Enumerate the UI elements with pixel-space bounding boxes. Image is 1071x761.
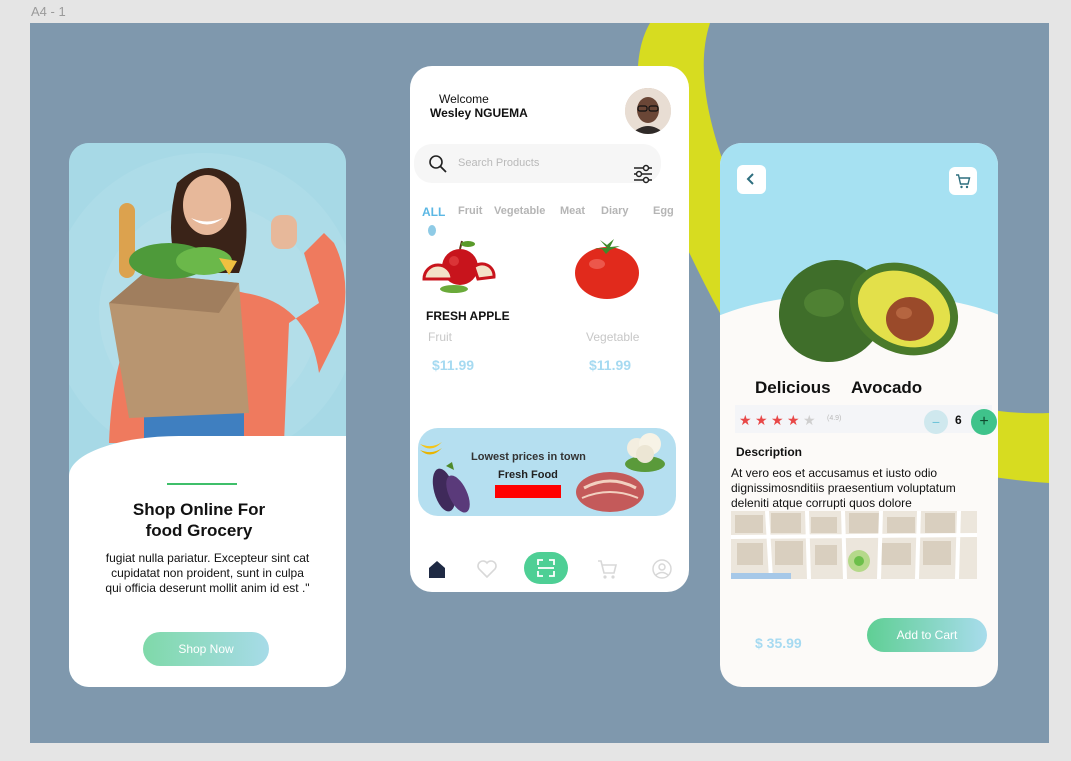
tab-fruit[interactable]: Fruit xyxy=(458,205,482,217)
cart-icon xyxy=(956,174,971,189)
store-map[interactable] xyxy=(731,511,977,579)
search-icon xyxy=(429,155,447,173)
product-detail-screen: Delicious Avocado ★ ★ ★ ★ ★ (4.9) − 6 + … xyxy=(720,143,998,687)
user-name: Wesley NGUEMA xyxy=(430,106,528,120)
eggplant-icon xyxy=(432,462,470,513)
welcome-text: Welcome xyxy=(439,92,489,106)
quantity-value: 6 xyxy=(955,413,962,427)
apple-icon xyxy=(422,240,496,293)
star-icon: ★ xyxy=(771,412,784,428)
star-icon: ★ xyxy=(755,412,768,428)
tomato-icon xyxy=(575,239,639,299)
product-price: $11.99 xyxy=(589,357,632,373)
tab-diary[interactable]: Diary xyxy=(601,205,629,217)
product-price: $11.99 xyxy=(432,357,475,373)
heart-icon[interactable] xyxy=(476,558,498,580)
decrease-quantity-button[interactable]: − xyxy=(924,410,948,434)
shop-now-button[interactable]: Shop Now xyxy=(143,632,269,666)
avatar[interactable] xyxy=(625,88,671,134)
home-screen: Welcome Wesley NGUEMA Search Products AL… xyxy=(410,66,689,592)
shopper-image xyxy=(109,168,346,443)
tab-egg[interactable]: Egg xyxy=(653,205,674,217)
description-heading: Description xyxy=(736,445,803,459)
cart-icon[interactable] xyxy=(596,558,618,580)
scan-button[interactable] xyxy=(524,552,568,584)
cauliflower-icon xyxy=(625,433,665,472)
scan-icon xyxy=(537,559,555,577)
promo-subtitle: Fresh Food xyxy=(498,469,558,481)
tab-all[interactable]: ALL xyxy=(422,205,445,219)
meat-icon xyxy=(576,472,644,512)
description-text: At vero eos et accusamus et iusto odio d… xyxy=(731,466,956,510)
rating-value: (4.9) xyxy=(827,415,842,422)
rating-quantity-row: ★ ★ ★ ★ ★ (4.9) − 6 + xyxy=(735,405,997,435)
title-line-1: Shop Online For xyxy=(132,500,266,519)
artboard: Shop Online For food Grocery fugiat null… xyxy=(30,23,1049,743)
star-icon: ★ xyxy=(787,412,800,428)
search-input[interactable]: Search Products xyxy=(458,157,539,169)
profile-icon[interactable] xyxy=(651,558,673,580)
product-category: Fruit xyxy=(428,330,452,344)
promo-highlight-bar xyxy=(495,485,561,498)
promo-title: Lowest prices in town xyxy=(471,451,586,463)
product-price: $ 35.99 xyxy=(755,635,802,651)
onboarding-description: fugiat nulla pariatur. Excepteur sint ca… xyxy=(105,551,310,595)
promo-banner[interactable]: Lowest prices in town Fresh Food xyxy=(418,428,676,516)
chevron-left-icon xyxy=(746,173,754,185)
star-rating: ★ ★ ★ ★ ★ xyxy=(739,412,829,428)
active-tab-indicator xyxy=(428,225,436,236)
product-name-word-1: Delicious xyxy=(755,378,831,397)
search-bar[interactable]: Search Products xyxy=(414,144,661,183)
title-line-2: food Grocery xyxy=(145,521,253,540)
product-name-word-2: Avocado xyxy=(851,378,923,397)
banana-icon xyxy=(420,442,442,455)
product-category: Vegetable xyxy=(586,330,640,344)
onboarding-title: Shop Online For food Grocery xyxy=(99,499,299,541)
title-divider xyxy=(167,483,237,485)
tab-meat[interactable]: Meat xyxy=(560,205,585,217)
frame-label: A4 - 1 xyxy=(31,4,66,19)
star-icon: ★ xyxy=(803,412,816,428)
filter-icon[interactable] xyxy=(632,163,654,185)
category-tabs: ALL Fruit Vegetable Meat Diary Egg xyxy=(422,205,682,221)
cart-button[interactable] xyxy=(949,167,977,195)
add-to-cart-button[interactable]: Add to Cart xyxy=(867,618,987,652)
bottom-nav xyxy=(410,548,689,588)
back-button[interactable] xyxy=(737,165,766,194)
increase-quantity-button[interactable]: + xyxy=(971,409,997,435)
home-icon[interactable] xyxy=(426,558,448,580)
star-icon: ★ xyxy=(739,412,752,428)
tab-vegetable[interactable]: Vegetable xyxy=(494,205,545,217)
product-name: FRESH APPLE xyxy=(426,309,510,323)
onboarding-screen: Shop Online For food Grocery fugiat null… xyxy=(69,143,346,687)
avocado-image xyxy=(778,259,959,363)
hero-background xyxy=(69,143,346,463)
